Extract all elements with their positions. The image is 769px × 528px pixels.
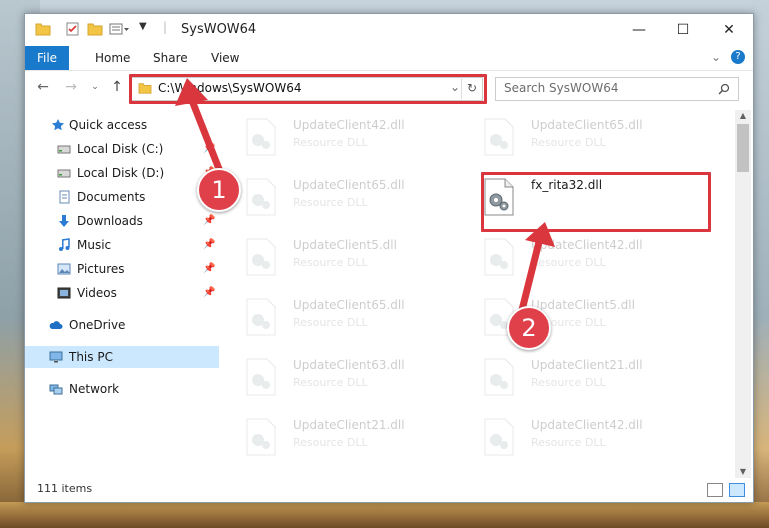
arrow-1 [175, 78, 225, 178]
arrow-2 [517, 222, 555, 318]
step-badge-1: 1 [197, 168, 241, 212]
desktop-wallpaper-bottom [0, 502, 769, 528]
explorer-window: ▼ | SysWOW64 — ☐ ✕ File Home Share View … [24, 13, 754, 503]
step-badge-2: 2 [507, 306, 551, 350]
annotation-arrows [175, 78, 555, 318]
